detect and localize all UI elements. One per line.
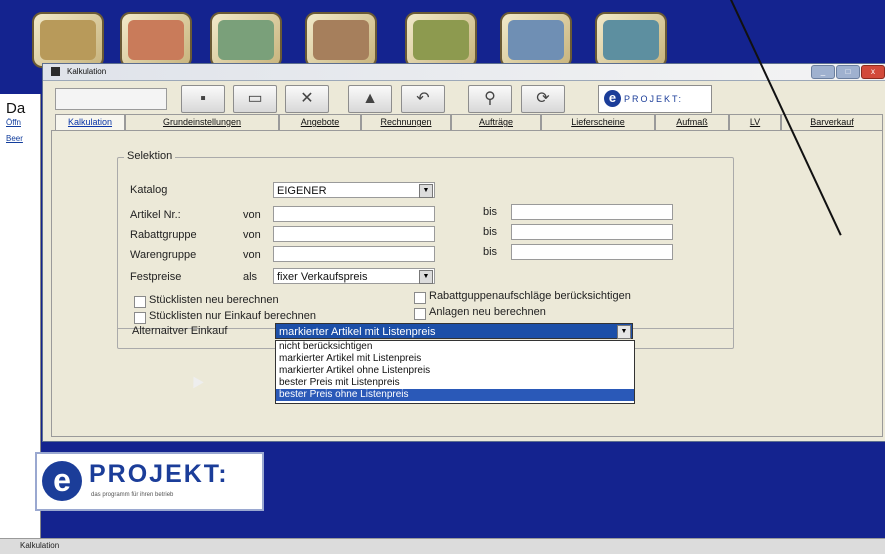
rabatt-bis-label: bis [483,226,498,238]
record-field[interactable] [55,88,167,110]
eprojekt-label: PROJEKT: [624,94,684,104]
tab-lieferscheine[interactable]: Lieferscheine [541,114,655,130]
tab-lv[interactable]: LV [729,114,781,130]
desktop-icon-tools[interactable] [305,12,377,68]
festpreise-label: Festpreise [130,271,182,283]
edit-button[interactable]: ▭ [233,85,277,113]
save-button[interactable]: ▲ [348,85,392,113]
status-bar: Kalkulation [0,538,885,554]
stuecklisten-einkauf-label: Stücklisten nur Einkauf berechnen [149,310,316,322]
new-button[interactable]: ▪ [181,85,225,113]
artikel-von-input[interactable] [273,206,435,222]
status-text: Kalkulation [20,541,60,550]
waren-bis-label: bis [483,246,498,258]
edit-icon: ▭ [247,90,263,107]
logo-e-icon: e [42,461,82,501]
artikel-bis-input[interactable] [511,204,673,220]
chevron-down-icon[interactable]: ▼ [617,325,631,339]
search-button[interactable]: ⚲ [468,85,512,113]
tab-barverkauf[interactable]: Barverkauf [781,114,883,130]
window-app-icon [51,67,60,76]
close-button[interactable]: x [861,65,885,79]
window-titlebar[interactable]: Kalkulation _ □ x [43,64,885,81]
eprojekt-e-icon: e [604,90,621,107]
alternativer-einkauf-select[interactable]: markierter Artikel mit Listenpreis ▼ [275,323,633,339]
background-link-open[interactable]: Öffn [6,118,21,127]
alternativer-einkauf-dropdown: nicht berücksichtigen markierter Artikel… [275,340,635,404]
artikel-bis-label: bis [483,206,498,218]
delete-icon: ✕ [300,90,314,107]
selektion-legend: Selektion [124,150,176,162]
undo-button[interactable]: ↶ [401,85,445,113]
rabatt-von-label: von [243,229,261,241]
alternativer-einkauf-value: markierter Artikel mit Listenpreis [279,326,436,338]
delete-button[interactable]: ✕ [285,85,329,113]
warengruppe-label: Warengruppe [130,249,197,261]
tab-grundeinstellungen[interactable]: Grundeinstellungen [125,114,279,130]
katalog-label: Katalog [130,184,168,196]
artikel-von-label: von [243,209,261,221]
rabatt-bis-input[interactable] [511,224,673,240]
dropdown-option[interactable]: markierter Artikel mit Listenpreis [276,353,634,365]
stuecklisten-einkauf-checkbox[interactable] [134,312,146,324]
background-link-end[interactable]: Beer [6,134,23,143]
festpreise-value: fixer Verkaufspreis [277,271,368,283]
dropdown-option[interactable]: nicht berücksichtigen [276,341,634,353]
tab-auftraege[interactable]: Aufträge [451,114,541,130]
background-window-title: Da [6,100,26,117]
stuecklisten-neu-checkbox[interactable] [134,296,146,308]
selektion-group: Selektion Katalog EIGENER ▼ Artikel Nr.:… [117,150,734,349]
logo-tagline: das programm für ihren betrieb [91,492,174,498]
waren-bis-input[interactable] [511,244,673,260]
waren-von-input[interactable] [273,246,435,262]
tab-rechnungen[interactable]: Rechnungen [361,114,451,130]
desktop-icon-chart[interactable] [405,12,477,68]
new-icon: ▪ [200,90,206,107]
desktop-icon-documents[interactable] [32,12,104,68]
dropdown-option[interactable]: markierter Artikel ohne Listenpreis [276,365,634,377]
search-icon: ⚲ [484,90,496,107]
toolbar: ▪ ▭ ✕ ▲ ↶ ⚲ ⟳ e PROJEKT: [43,80,885,114]
desktop-icon-network[interactable] [500,12,572,68]
anlagen-checkbox[interactable] [414,308,426,320]
chevron-down-icon[interactable]: ▼ [419,184,433,198]
desktop-icon-catalog[interactable] [120,12,192,68]
rabattgruppe-label: Rabattgruppe [130,229,197,241]
katalog-value: EIGENER [277,185,327,197]
undo-icon: ↶ [416,90,430,107]
chevron-down-icon[interactable]: ▼ [419,270,433,284]
eprojekt-button[interactable]: e PROJEKT: [598,85,712,113]
dropdown-option-highlighted[interactable]: bester Preis ohne Listenpreis [276,389,634,401]
refresh-icon: ⟳ [536,90,550,107]
festpreise-select[interactable]: fixer Verkaufspreis ▼ [273,268,435,284]
minimize-button[interactable]: _ [811,65,835,79]
rabatt-von-input[interactable] [273,226,435,242]
rabattgruppen-label: Rabattguppenaufschläge berücksichtigen [429,290,631,302]
eprojekt-logo: e PROJEKT: das programm für ihren betrie… [35,452,264,511]
desktop-icon-calculator[interactable] [210,12,282,68]
katalog-select[interactable]: EIGENER ▼ [273,182,435,198]
logo-wordmark: PROJEKT: [89,460,229,488]
dropdown-option[interactable]: bester Preis mit Listenpreis [276,377,634,389]
anlagen-label: Anlagen neu berechnen [429,306,546,318]
refresh-button[interactable]: ⟳ [521,85,565,113]
tab-kalkulation[interactable]: Kalkulation [55,114,125,131]
kalkulation-window: Kalkulation _ □ x ▪ ▭ ✕ ▲ ↶ ⚲ ⟳ e PROJEK… [42,63,885,442]
alternativer-einkauf-label: Alternaitver Einkauf [132,325,228,337]
waren-von-label: von [243,249,261,261]
tab-angebote[interactable]: Angebote [279,114,361,130]
artikel-nr-label: Artikel Nr.: [130,209,181,221]
desktop-icon-globe[interactable] [595,12,667,68]
window-title: Kalkulation [67,67,107,76]
rabattgruppen-checkbox[interactable] [414,292,426,304]
mouse-pointer-icon [188,373,204,389]
tab-strip: Kalkulation Grundeinstellungen Angebote … [43,114,885,131]
save-icon: ▲ [362,90,378,107]
stuecklisten-neu-label: Stücklisten neu berechnen [149,294,279,306]
maximize-button[interactable]: □ [836,65,860,79]
festpreise-als-label: als [243,271,258,283]
tab-aufmass[interactable]: Aufmaß [655,114,729,130]
kalkulation-tab-panel: Selektion Katalog EIGENER ▼ Artikel Nr.:… [51,130,883,437]
